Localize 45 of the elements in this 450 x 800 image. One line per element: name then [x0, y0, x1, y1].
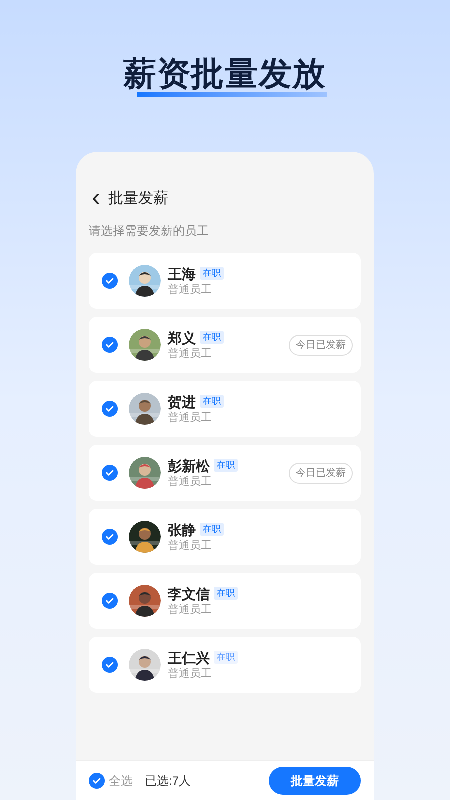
employee-name: 郑义 — [168, 328, 196, 346]
checkbox[interactable] — [102, 273, 118, 289]
select-all-checkbox[interactable] — [89, 772, 105, 788]
employee-name: 王海 — [168, 264, 196, 282]
checkbox[interactable] — [102, 337, 118, 353]
employee-card[interactable]: 彭新松 在职 普通员工 今日已发薪 — [89, 445, 361, 501]
employee-role: 普通员工 — [168, 282, 213, 298]
employee-role: 普通员工 — [168, 602, 213, 618]
select-all-label: 全选 — [109, 772, 133, 790]
paid-today-tag: 今日已发薪 — [289, 334, 353, 356]
employee-card[interactable]: 李文信 在职 普通员工 — [89, 573, 361, 629]
employee-name: 李文信 — [168, 584, 210, 602]
employee-card[interactable]: 王海 在职 普通员工 — [89, 253, 361, 309]
status-badge: 在职 — [214, 459, 238, 472]
checkbox[interactable] — [102, 593, 118, 609]
status-badge: 在职 — [200, 523, 224, 536]
status-badge: 在职 — [200, 331, 224, 344]
status-badge: 在职 — [214, 587, 238, 600]
employee-card[interactable]: 王仁兴 在职 普通员工 — [89, 637, 361, 693]
checkbox[interactable] — [102, 657, 118, 673]
employee-role: 普通员工 — [168, 666, 213, 682]
employee-name: 彭新松 — [168, 456, 210, 474]
screen-title: 批量发薪 — [108, 188, 169, 209]
employee-role: 普通员工 — [168, 474, 213, 490]
status-badge: 在职 — [200, 267, 224, 280]
employee-name: 贺进 — [168, 392, 196, 410]
employee-card[interactable]: 郑义 在职 普通员工 今日已发薪 — [89, 317, 361, 373]
employee-name: 张静 — [168, 520, 196, 538]
paid-today-tag: 今日已发薪 — [289, 462, 353, 484]
checkbox[interactable] — [102, 529, 118, 545]
employee-role: 普通员工 — [168, 346, 213, 362]
batch-pay-button[interactable]: 批量发薪 — [269, 766, 361, 794]
employee-name: 王仁兴 — [168, 648, 210, 666]
checkbox[interactable] — [102, 465, 118, 481]
back-button[interactable]: ‹ — [92, 184, 101, 210]
employee-role: 普通员工 — [168, 538, 213, 554]
employee-card[interactable]: 张静 在职 普通员工 — [89, 509, 361, 565]
checkbox[interactable] — [102, 401, 118, 417]
employee-card[interactable]: 贺进 在职 普通员工 — [89, 381, 361, 437]
page-title: 薪资批量发放 — [124, 56, 326, 92]
status-badge: 在职 — [214, 651, 238, 664]
selected-count: 已选:7人 — [145, 772, 192, 790]
subtitle: 请选择需要发薪的员工 — [88, 223, 210, 240]
employee-role: 普通员工 — [168, 410, 213, 426]
status-badge: 在职 — [200, 395, 224, 408]
